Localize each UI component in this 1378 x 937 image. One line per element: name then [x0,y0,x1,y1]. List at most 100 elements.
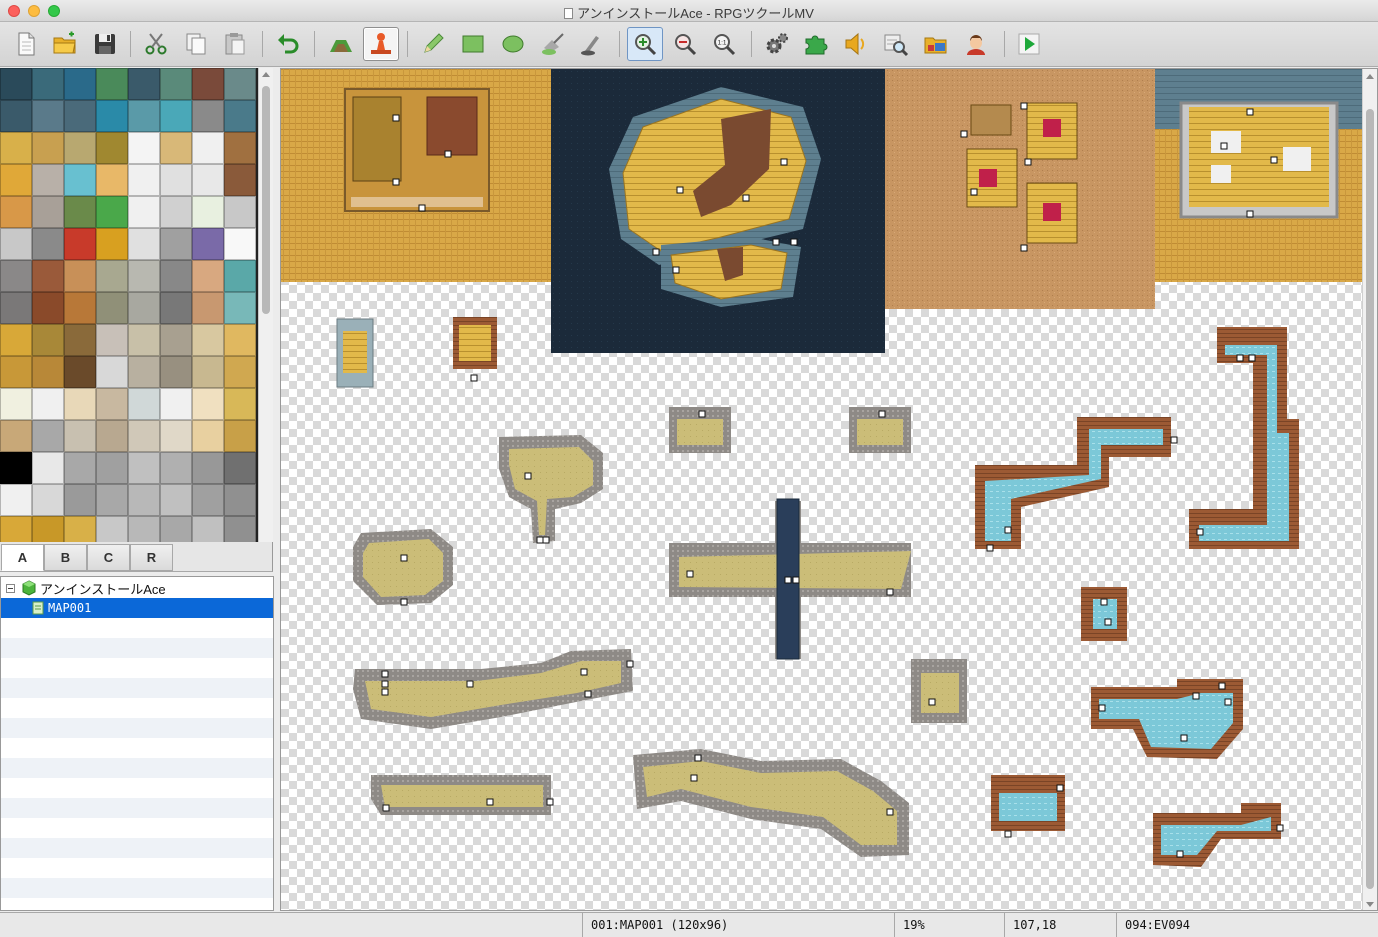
palette-tile[interactable] [160,484,192,516]
event-marker[interactable] [1196,528,1204,536]
palette-tile[interactable] [160,260,192,292]
palette-tile[interactable] [32,228,64,260]
paste-button[interactable] [217,27,253,61]
event-marker[interactable] [524,472,532,480]
event-marker[interactable] [1004,830,1012,838]
palette-tile[interactable] [64,420,96,452]
event-marker[interactable] [1224,698,1232,706]
palette-tile[interactable] [96,324,128,356]
palette-tile[interactable] [128,324,160,356]
palette-tile[interactable] [32,388,64,420]
tile-palette-grid[interactable] [0,68,258,542]
event-marker[interactable] [536,536,544,544]
palette-tile[interactable] [32,100,64,132]
event-marker[interactable] [878,410,886,418]
palette-tile[interactable] [128,132,160,164]
palette-tile[interactable] [160,388,192,420]
event-marker[interactable] [928,698,936,706]
palette-tile[interactable] [128,228,160,260]
palette-tile[interactable] [160,516,192,542]
palette-tile[interactable] [192,260,224,292]
event-marker[interactable] [1170,436,1178,444]
event-marker[interactable] [1192,692,1200,700]
palette-tile[interactable] [32,196,64,228]
event-marker[interactable] [1246,210,1254,218]
pencil-button[interactable] [415,27,451,61]
event-marker[interactable] [382,804,390,812]
palette-tile[interactable] [0,484,32,516]
palette-tile[interactable] [224,292,256,324]
event-marker[interactable] [886,588,894,596]
event-marker[interactable] [444,150,452,158]
map-tree-item-map001[interactable]: MAP001 [1,598,273,618]
palette-tile[interactable] [224,516,256,542]
palette-tile[interactable] [64,260,96,292]
palette-tile[interactable] [96,68,128,100]
playtest-button[interactable] [1011,27,1047,61]
palette-tile[interactable] [64,292,96,324]
palette-tile[interactable] [192,132,224,164]
event-marker[interactable] [672,266,680,274]
zoom-out-button[interactable] [667,27,703,61]
event-marker[interactable] [1180,734,1188,742]
palette-tile[interactable] [128,164,160,196]
palette-tile[interactable] [160,100,192,132]
event-marker[interactable] [772,238,780,246]
palette-tile[interactable] [0,260,32,292]
palette-tile[interactable] [0,324,32,356]
event-marker[interactable] [1104,618,1112,626]
event-marker[interactable] [584,690,592,698]
zoom-in-button[interactable] [627,27,663,61]
palette-tile[interactable] [0,132,32,164]
open-project-button[interactable] [47,27,83,61]
palette-tile[interactable] [192,292,224,324]
event-mode-button[interactable] [363,27,399,61]
event-marker[interactable] [1098,704,1106,712]
tile-palette-scrollbar[interactable] [258,68,273,542]
map-mode-button[interactable] [323,27,359,61]
event-marker[interactable] [381,670,389,678]
palette-tile[interactable] [32,68,64,100]
actual-size-button[interactable]: 1:1 [706,27,742,61]
event-marker[interactable] [486,798,494,806]
event-marker[interactable] [694,754,702,762]
palette-tile[interactable] [192,356,224,388]
palette-tile[interactable] [192,388,224,420]
palette-tile[interactable] [0,356,32,388]
palette-tile[interactable] [224,228,256,260]
palette-tile[interactable] [192,164,224,196]
palette-tile[interactable] [160,452,192,484]
palette-tile[interactable] [192,452,224,484]
palette-tile[interactable] [128,388,160,420]
palette-tile[interactable] [96,388,128,420]
scroll-up-arrow[interactable] [262,72,270,77]
palette-tile[interactable] [224,420,256,452]
palette-tile[interactable] [0,68,32,100]
event-marker[interactable] [960,130,968,138]
palette-tile[interactable] [192,68,224,100]
event-marker[interactable] [466,680,474,688]
palette-tile[interactable] [128,260,160,292]
map-tree-project[interactable]: アンインストールAce [1,578,273,598]
rectangle-button[interactable] [455,27,491,61]
save-project-button[interactable] [87,27,123,61]
new-project-button[interactable] [8,27,44,61]
event-marker[interactable] [780,158,788,166]
event-marker[interactable] [1020,102,1028,110]
palette-tile[interactable] [32,356,64,388]
event-marker[interactable] [652,248,660,256]
palette-tile[interactable] [160,132,192,164]
event-marker[interactable] [400,554,408,562]
palette-tile[interactable] [192,484,224,516]
event-marker[interactable] [1236,354,1244,362]
palette-tile[interactable] [128,356,160,388]
map-scroll-thumb[interactable] [1366,109,1374,889]
event-marker[interactable] [1100,598,1108,606]
palette-tile[interactable] [128,484,160,516]
event-marker[interactable] [1276,824,1284,832]
palette-tile[interactable] [160,68,192,100]
palette-tile[interactable] [64,100,96,132]
palette-tile[interactable] [0,292,32,324]
palette-tile[interactable] [32,420,64,452]
palette-tile[interactable] [224,196,256,228]
